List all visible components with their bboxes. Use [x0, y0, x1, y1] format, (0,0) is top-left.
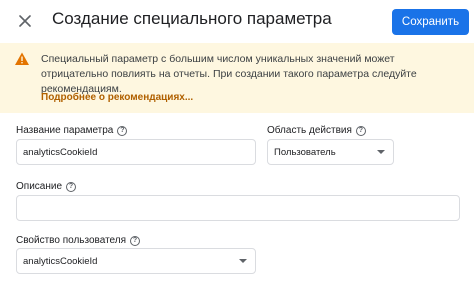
help-icon[interactable]: ?	[66, 181, 77, 192]
chevron-down-icon	[377, 150, 385, 154]
description-field[interactable]	[16, 195, 460, 221]
page-title: Создание специального параметра	[52, 9, 332, 28]
name-label-text: Название параметра	[16, 125, 114, 136]
property-label: Свойство пользователя ?	[16, 235, 141, 246]
banner-message: Специальный параметр с большим числом ун…	[41, 53, 417, 95]
description-label: Описание ?	[16, 181, 77, 192]
close-icon	[19, 15, 31, 27]
help-icon[interactable]: ?	[117, 125, 128, 136]
description-input[interactable]	[23, 196, 459, 220]
help-icon[interactable]: ?	[130, 235, 141, 246]
warning-banner: Специальный параметр с большим числом ун…	[0, 43, 474, 113]
warning-icon	[15, 52, 29, 65]
chevron-down-icon	[239, 259, 247, 263]
close-button[interactable]	[14, 10, 36, 32]
help-icon[interactable]: ?	[355, 125, 366, 136]
header: Создание специального параметра Сохранит…	[0, 0, 474, 42]
description-label-text: Описание	[16, 181, 63, 192]
save-button[interactable]: Сохранить	[392, 9, 469, 35]
scope-select[interactable]: Пользователь	[267, 139, 394, 165]
name-label: Название параметра ?	[16, 125, 128, 136]
scope-value: Пользователь	[274, 146, 336, 158]
name-field[interactable]	[16, 139, 256, 165]
property-label-text: Свойство пользователя	[16, 235, 127, 246]
property-select[interactable]: analyticsCookieId	[16, 248, 256, 274]
scope-label-text: Область действия	[267, 125, 352, 136]
scope-label: Область действия ?	[267, 125, 366, 136]
name-input[interactable]	[23, 140, 255, 164]
property-value: analyticsCookieId	[23, 255, 98, 267]
learn-more-link[interactable]: Подробнее о рекомендациях...	[41, 92, 193, 103]
